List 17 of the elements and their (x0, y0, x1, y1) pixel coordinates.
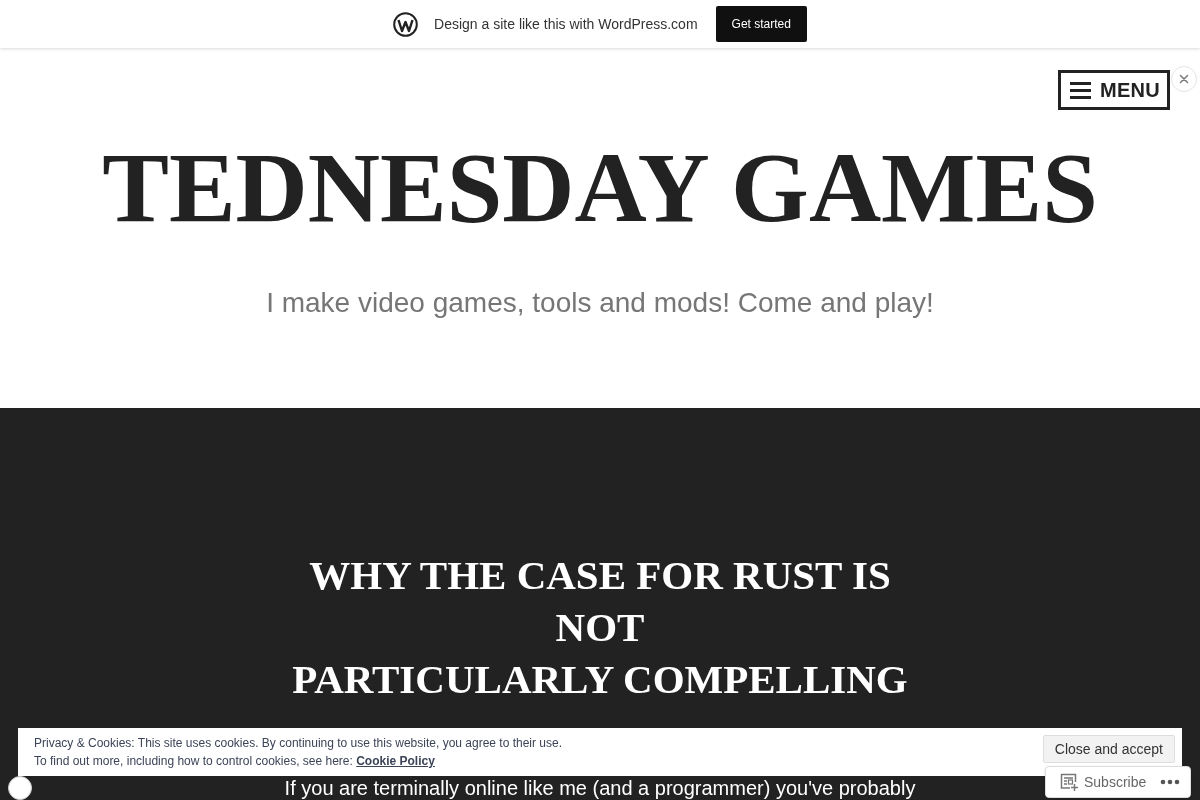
close-icon[interactable] (1171, 66, 1197, 92)
menu-button[interactable]: MENU (1058, 70, 1170, 110)
menu-icon (1070, 81, 1091, 99)
cookie-policy-link[interactable]: Cookie Policy (356, 754, 435, 768)
post-title[interactable]: WHY THE CASE FOR RUST IS NOT PARTICULARLY COMPELLING (292, 549, 908, 705)
wordpress-logo-icon (393, 11, 419, 37)
site-title[interactable]: TEDNESDAY GAMES (0, 138, 1200, 238)
more-options-icon[interactable] (1160, 779, 1180, 785)
cookie-notice-text: Privacy & Cookies: This site uses cookies. By continuing to use this website, you agree to their use. To find out more, including how to control cookies, see here: Cookie Policy (34, 735, 563, 770)
circle-icon[interactable] (8, 776, 32, 800)
subscribe-icon (1060, 773, 1078, 791)
get-started-button[interactable]: Get started (715, 6, 807, 42)
post-excerpt: If you are terminally online like me (and a programmer) you've probably (284, 777, 916, 800)
close-and-accept-button[interactable]: Close and accept (1042, 735, 1175, 763)
promo-text: Design a site like this with WordPress.com (434, 14, 698, 34)
subscribe-button[interactable]: Subscribe (1060, 771, 1147, 793)
site-tagline: I make video games, tools and mods! Come and play! (265, 286, 935, 320)
